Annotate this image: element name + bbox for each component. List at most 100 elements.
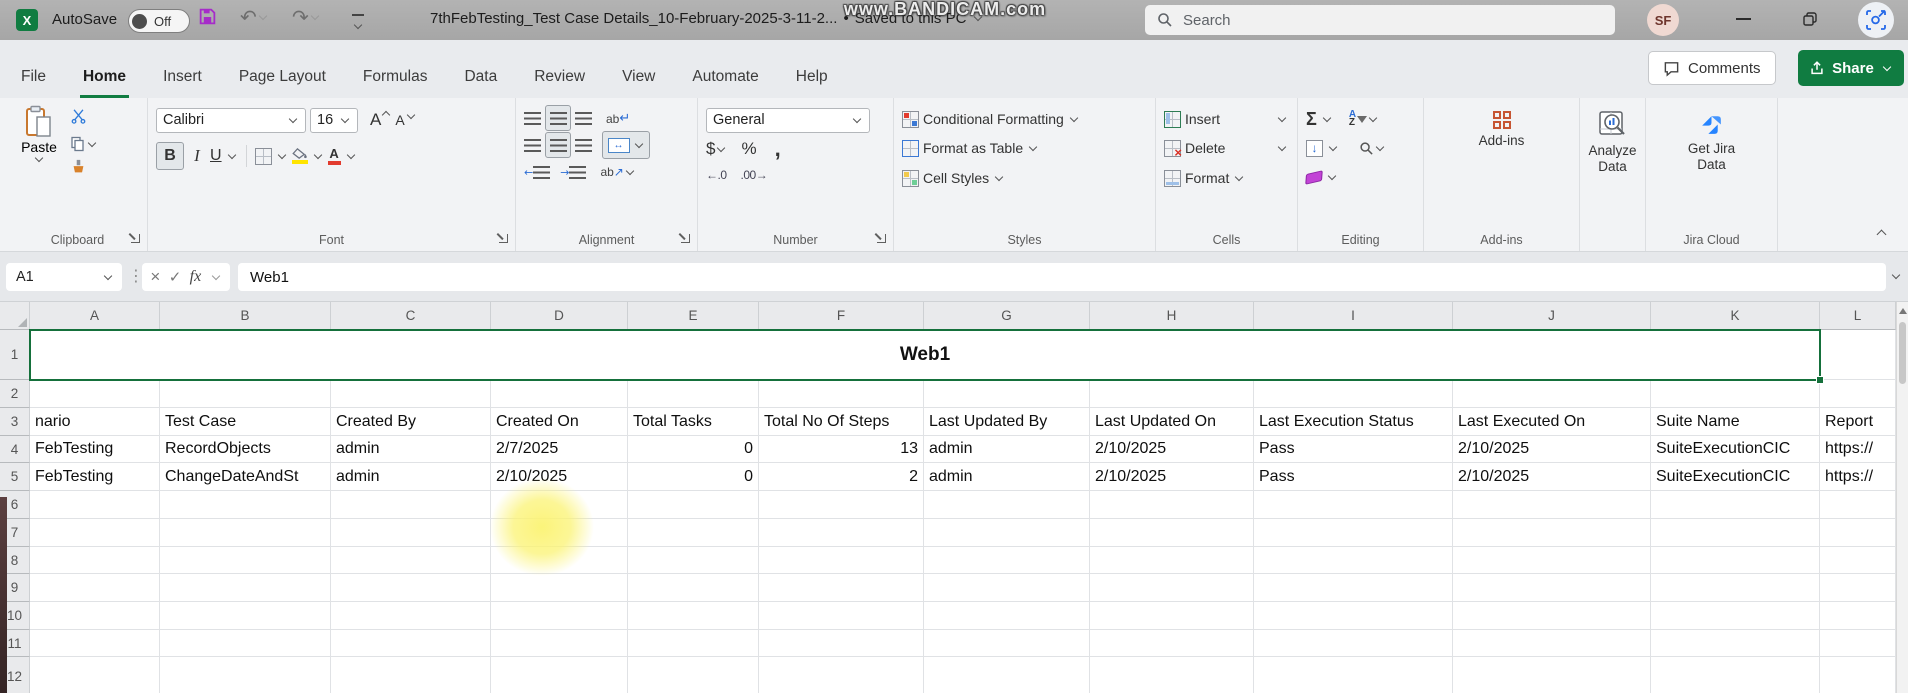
cell-H7[interactable] — [1090, 519, 1254, 547]
chevron-down-icon[interactable] — [346, 150, 354, 158]
cell-L7[interactable] — [1820, 519, 1896, 547]
wrap-text-button[interactable]: ab ↵ — [606, 111, 630, 126]
quick-access-toolbar-button[interactable] — [352, 14, 364, 35]
cell-L12[interactable] — [1820, 657, 1896, 693]
cell-H5[interactable]: 2/10/2025 — [1090, 463, 1254, 491]
cell-I9[interactable] — [1254, 574, 1453, 602]
cell-D6[interactable] — [491, 491, 628, 519]
cell-K11[interactable] — [1651, 630, 1820, 657]
clipboard-dialog-launcher[interactable] — [131, 234, 140, 243]
cell-F12[interactable] — [759, 657, 924, 693]
cell-styles-button[interactable]: Cell Styles — [894, 163, 1155, 193]
bold-button[interactable]: B — [156, 142, 184, 170]
cell-G3[interactable]: Last Updated By — [924, 408, 1090, 436]
column-header-E[interactable]: E — [628, 302, 759, 330]
cell-L4[interactable]: https:// — [1820, 436, 1896, 463]
chevron-down-icon[interactable] — [1323, 113, 1331, 121]
cell-G4[interactable]: admin — [924, 436, 1090, 463]
cell-H8[interactable] — [1090, 547, 1254, 574]
align-bottom-button[interactable] — [575, 112, 592, 125]
align-top-button[interactable] — [524, 112, 541, 125]
cell-K4[interactable]: SuiteExecutionCIC — [1651, 436, 1820, 463]
cell-C8[interactable] — [331, 547, 491, 574]
insert-cells-button[interactable]: Insert — [1156, 105, 1288, 133]
align-right-button[interactable] — [575, 139, 592, 152]
cell-A8[interactable] — [30, 547, 160, 574]
vertical-scrollbar[interactable] — [1896, 302, 1908, 693]
cell-C5[interactable]: admin — [331, 463, 491, 491]
cell-D5[interactable]: 2/10/2025 — [491, 463, 628, 491]
cell-I10[interactable] — [1254, 602, 1453, 630]
cell-G9[interactable] — [924, 574, 1090, 602]
cell-B7[interactable] — [160, 519, 331, 547]
scrollbar-thumb[interactable] — [1899, 322, 1906, 384]
format-painter-button[interactable] — [70, 159, 98, 180]
chevron-down-icon[interactable] — [259, 11, 267, 19]
enter-button[interactable]: ✓ — [169, 268, 182, 286]
align-left-button[interactable] — [524, 139, 541, 152]
cell-E7[interactable] — [628, 519, 759, 547]
cell-I12[interactable] — [1254, 657, 1453, 693]
cell-K7[interactable] — [1651, 519, 1820, 547]
autosave-toggle[interactable]: Off — [128, 9, 190, 33]
cell-B4[interactable]: RecordObjects — [160, 436, 331, 463]
copy-button[interactable] — [70, 136, 98, 152]
cell-B2[interactable] — [160, 380, 331, 408]
redo-button[interactable]: ↷ — [292, 5, 321, 29]
column-header-A[interactable]: A — [30, 302, 160, 330]
alignment-dialog-launcher[interactable] — [681, 234, 690, 243]
undo-button[interactable]: ↶ — [240, 5, 269, 29]
format-as-table-button[interactable]: Format as Table — [894, 133, 1155, 163]
chevron-down-icon[interactable] — [1329, 142, 1337, 150]
cell-J5[interactable]: 2/10/2025 — [1453, 463, 1651, 491]
delete-cells-button[interactable]: Delete — [1156, 133, 1288, 163]
cell-G10[interactable] — [924, 602, 1090, 630]
cell-E3[interactable]: Total Tasks — [628, 408, 759, 436]
shrink-font-button[interactable]: A — [395, 112, 416, 128]
column-header-L[interactable]: L — [1820, 302, 1896, 330]
cell-L3[interactable]: Report — [1820, 408, 1896, 436]
cell-L6[interactable] — [1820, 491, 1896, 519]
cell-E12[interactable] — [628, 657, 759, 693]
cell-A2[interactable] — [30, 380, 160, 408]
font-color-button[interactable]: A — [328, 148, 341, 165]
scroll-up-icon[interactable] — [1899, 308, 1907, 314]
tab-view[interactable]: View — [619, 60, 658, 98]
find-select-button[interactable] — [1359, 141, 1386, 156]
increase-decimal-button[interactable]: ←.0 — [706, 168, 727, 182]
chevron-down-icon[interactable] — [277, 150, 285, 158]
column-header-K[interactable]: K — [1651, 302, 1820, 330]
chevron-down-icon[interactable] — [313, 150, 321, 158]
cell-J11[interactable] — [1453, 630, 1651, 657]
cell-J4[interactable]: 2/10/2025 — [1453, 436, 1651, 463]
cell-D4[interactable]: 2/7/2025 — [491, 436, 628, 463]
number-dialog-launcher[interactable] — [877, 234, 886, 243]
cell-A7[interactable] — [30, 519, 160, 547]
cell-C2[interactable] — [331, 380, 491, 408]
cell-D8[interactable] — [491, 547, 628, 574]
percent-button[interactable]: % — [741, 139, 756, 159]
align-center-button[interactable] — [545, 132, 571, 158]
cell-J2[interactable] — [1453, 380, 1651, 408]
tab-review[interactable]: Review — [531, 60, 588, 98]
sort-filter-button[interactable]: AZ — [1349, 111, 1379, 127]
cell-F6[interactable] — [759, 491, 924, 519]
cell-C9[interactable] — [331, 574, 491, 602]
row-header-4[interactable]: 4 — [0, 436, 30, 463]
cell-B11[interactable] — [160, 630, 331, 657]
cell-C12[interactable] — [331, 657, 491, 693]
tab-data[interactable]: Data — [461, 60, 500, 98]
fill-color-button[interactable] — [292, 148, 308, 164]
cell-G5[interactable]: admin — [924, 463, 1090, 491]
cell-D10[interactable] — [491, 602, 628, 630]
cell-K9[interactable] — [1651, 574, 1820, 602]
get-jira-data-button[interactable]: Get Jira Data — [1677, 110, 1747, 173]
cell-J9[interactable] — [1453, 574, 1651, 602]
addins-button[interactable]: Add-ins — [1424, 111, 1579, 149]
cell-E10[interactable] — [628, 602, 759, 630]
tab-home[interactable]: Home — [80, 60, 129, 98]
number-format-select[interactable]: General — [706, 108, 870, 133]
cell-L5[interactable]: https:// — [1820, 463, 1896, 491]
cell-L8[interactable] — [1820, 547, 1896, 574]
minimize-button[interactable] — [1736, 18, 1751, 20]
